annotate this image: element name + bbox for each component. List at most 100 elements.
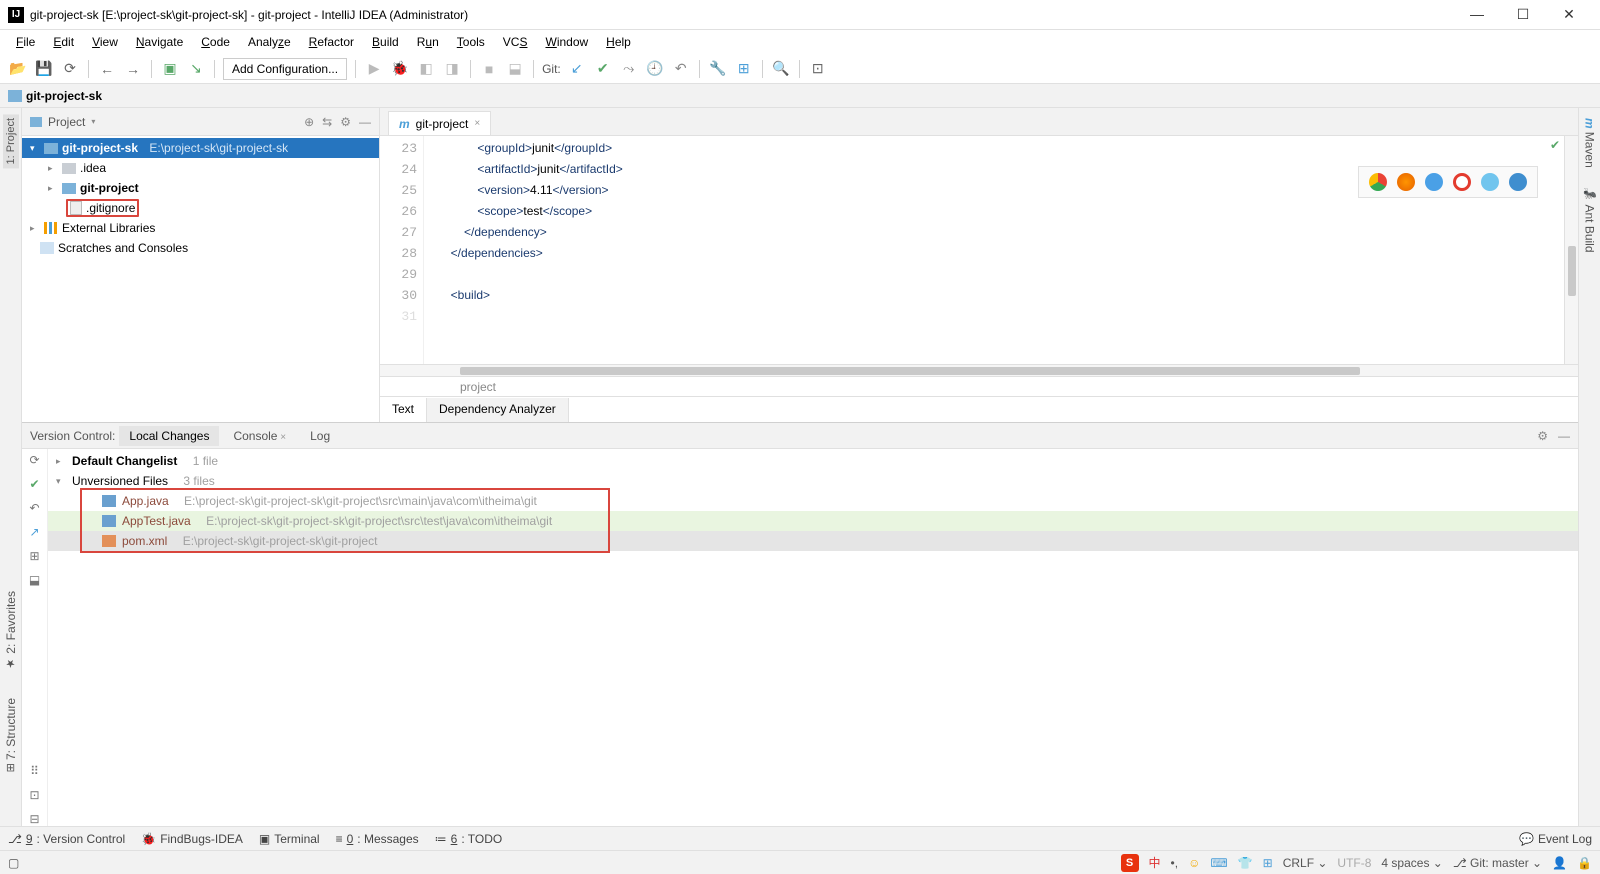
gear-icon[interactable]: ⚙ [340,115,351,129]
diff-icon[interactable]: ↗ [29,525,39,539]
hammer-icon[interactable]: ↘ [186,59,206,79]
chrome-icon[interactable] [1369,173,1387,191]
debug-icon[interactable]: 🐞 [390,59,410,79]
editor-subtab-dependency-analyzer[interactable]: Dependency Analyzer [427,398,569,422]
toolwin-messages[interactable]: ≡ 0: Messages [336,832,419,846]
toolwin-project-tab[interactable]: 1: Project [3,114,19,168]
hide-panel-icon[interactable]: — [1558,429,1570,443]
maximize-button[interactable]: ☐ [1508,6,1538,23]
toolwin-structure-tab[interactable]: ⊞ 7: Structure [2,694,20,776]
refresh-icon[interactable]: ⟳ [29,453,39,467]
shelve-icon[interactable]: ⬓ [29,573,40,587]
menu-run[interactable]: Run [409,33,447,51]
structure-icon[interactable]: ⊞ [734,59,754,79]
forward-icon[interactable]: → [123,59,143,79]
menu-code[interactable]: Code [193,33,238,51]
vc-tab-local-changes[interactable]: Local Changes [119,426,219,446]
revert-icon[interactable]: ↶ [29,501,39,515]
menu-build[interactable]: Build [364,33,407,51]
menu-file[interactable]: File [8,33,43,51]
menu-view[interactable]: View [84,33,126,51]
coverage-icon[interactable]: ◧ [416,59,436,79]
more-icon[interactable]: ⊡ [808,59,828,79]
toolwin-findbugs[interactable]: 🐞 FindBugs-IDEA [141,832,243,846]
menu-help[interactable]: Help [598,33,639,51]
menu-edit[interactable]: Edit [45,33,82,51]
lock-icon[interactable]: 🔒 [1577,856,1592,870]
ime-keyboard-icon[interactable]: ⌨ [1210,856,1227,870]
collapse-icon[interactable]: ⇆ [322,115,332,129]
vc-tab-console[interactable]: Console [223,426,296,446]
close-tab-icon[interactable]: × [474,118,480,129]
changelist-default[interactable]: ▸ Default Changelist 1 file [48,451,1578,471]
save-icon[interactable]: 💾 [34,59,54,79]
event-log[interactable]: 💬 Event Log [1519,832,1592,846]
target-icon[interactable]: ⊕ [304,115,314,129]
project-view-selector[interactable]: Project [48,115,298,129]
git-branch[interactable]: ⎇ Git: master ⌄ [1453,856,1542,870]
vc-tab-log[interactable]: Log [300,426,340,446]
unversioned-file-pom-xml[interactable]: pom.xml E:\project-sk\git-project-sk\git… [48,531,1578,551]
menu-refactor[interactable]: Refactor [301,33,362,51]
tree-node-external-libraries[interactable]: ▸ External Libraries [22,218,379,238]
menu-window[interactable]: Window [537,33,596,51]
inspector-hector-icon[interactable]: 👤 [1552,856,1567,870]
unversioned-file-app-java[interactable]: App.java E:\project-sk\git-project-sk\gi… [48,491,1578,511]
unversioned-file-apptest-java[interactable]: AppTest.java E:\project-sk\git-project-s… [48,511,1578,531]
firefox-icon[interactable] [1397,173,1415,191]
hide-icon[interactable]: — [359,115,371,129]
git-commit-icon[interactable]: ✔ [593,59,613,79]
toolwin-terminal[interactable]: ▣ Terminal [259,832,320,846]
git-update-icon[interactable]: ↙ [567,59,587,79]
opera-icon[interactable] [1453,173,1471,191]
changelist-unversioned[interactable]: ▾ Unversioned Files 3 files [48,471,1578,491]
breadcrumb-root[interactable]: git-project-sk [26,89,102,103]
stop2-icon[interactable]: ⬓ [505,59,525,79]
ime-emoji-icon[interactable]: ☺ [1188,856,1200,870]
menu-tools[interactable]: Tools [449,33,493,51]
menu-analyze[interactable]: Analyze [240,33,299,51]
git-revert-icon[interactable]: ↶ [671,59,691,79]
commit-icon[interactable]: ✔ [29,477,39,491]
vertical-scrollbar[interactable] [1564,136,1578,364]
menu-vcs[interactable]: VCS [495,33,536,51]
toolwin-version-control[interactable]: ⎇ 9: Version Control [8,832,125,846]
profile-icon[interactable]: ◨ [442,59,462,79]
editor-breadcrumb[interactable]: project [380,376,1578,396]
toolwin-maven-tab[interactable]: m Maven [1581,114,1599,172]
minimize-button[interactable]: — [1462,6,1492,23]
ie-icon[interactable] [1481,173,1499,191]
tree-node-gitignore[interactable]: .gitignore [22,198,379,218]
line-separator[interactable]: CRLF ⌄ [1283,856,1328,870]
sync-icon[interactable]: ⟳ [60,59,80,79]
toolwin-todo[interactable]: ≔ 6: TODO [435,832,503,846]
changes-tree[interactable]: ▸ Default Changelist 1 file ▾ Unversione… [48,449,1578,826]
sogou-ime-icon[interactable]: S [1121,854,1139,872]
open-icon[interactable]: 📂 [8,59,28,79]
project-tree[interactable]: ▾ git-project-sk E:\project-sk\git-proje… [22,136,379,422]
edge-icon[interactable] [1509,173,1527,191]
tree-node-git-project[interactable]: ▸ git-project [22,178,379,198]
inspection-ok-icon[interactable]: ✔ [1550,138,1560,152]
stop-icon[interactable]: ■ [479,59,499,79]
editor-subtab-text[interactable]: Text [380,398,427,422]
quick-panel-icon[interactable]: ▢ [8,856,28,870]
menu-navigate[interactable]: Navigate [128,33,191,51]
editor-tab-git-project[interactable]: m git-project × [388,111,491,135]
group-icon[interactable]: ⠿ [30,764,39,778]
horizontal-scrollbar[interactable] [380,364,1578,376]
build-icon[interactable]: ▣ [160,59,180,79]
ime-tool-icon[interactable]: 👕 [1238,856,1253,870]
ime-punct-icon[interactable]: •, [1171,856,1179,870]
file-encoding[interactable]: UTF-8 [1337,856,1371,870]
tree-node-root[interactable]: ▾ git-project-sk E:\project-sk\git-proje… [22,138,379,158]
safari-icon[interactable] [1425,173,1443,191]
git-history-icon[interactable]: 🕘 [645,59,665,79]
search-icon[interactable]: 🔍 [771,59,791,79]
tree-node-scratches[interactable]: Scratches and Consoles [22,238,379,258]
toolwin-ant-tab[interactable]: 🐜 Ant Build [1581,184,1599,257]
tree-node-idea[interactable]: ▸ .idea [22,158,379,178]
close-button[interactable]: ✕ [1554,6,1584,23]
run-config-combo[interactable]: Add Configuration... [223,58,347,80]
back-icon[interactable]: ← [97,59,117,79]
